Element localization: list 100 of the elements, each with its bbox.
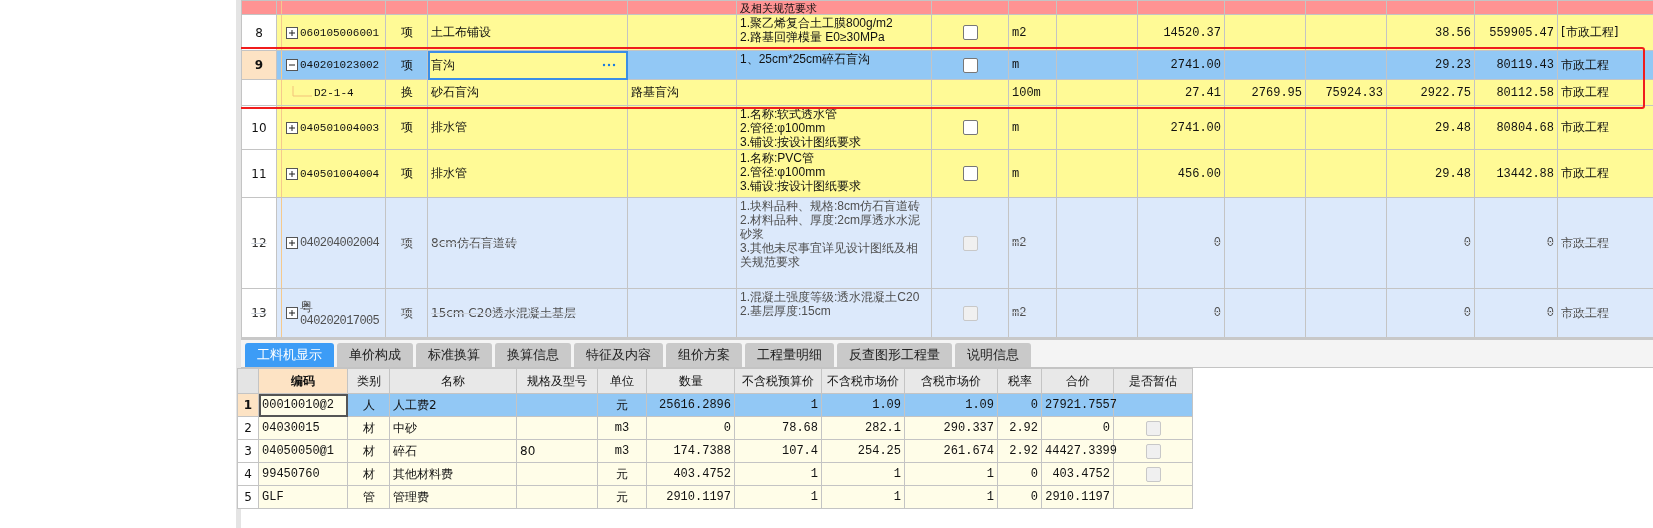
unit: m: [1008, 149, 1057, 198]
item-code: 040202017005: [300, 313, 380, 328]
checkbox[interactable]: [1145, 466, 1161, 482]
feature-line: 1、25cm*25cm碎石盲沟: [740, 52, 872, 66]
column-header[interactable]: 含税市场价: [904, 368, 998, 394]
item-name: 排水管: [427, 105, 628, 150]
row-number: 5: [237, 485, 259, 509]
quantity: 27.41: [1137, 79, 1225, 106]
row-number: 9: [241, 50, 277, 80]
unit-price: 29.48: [1386, 149, 1475, 198]
unit: 100m: [1008, 79, 1057, 106]
tab[interactable]: 组价方案: [666, 343, 742, 367]
row-number: 10: [241, 105, 277, 150]
expand-icon[interactable]: [286, 167, 298, 180]
unit-price: 2922.75: [1386, 79, 1475, 106]
row-number: 3: [237, 439, 259, 463]
unit: m: [1008, 50, 1057, 80]
item-type: 换: [385, 79, 428, 106]
item-code: 040501004003: [300, 120, 380, 135]
quantity: 2741.00: [1137, 50, 1225, 80]
column-header[interactable]: 名称: [389, 368, 517, 394]
feature-line: 3.铺设:按设计图纸要求: [740, 135, 863, 149]
collapse-icon[interactable]: [286, 59, 298, 71]
total-price: 559905.47: [1474, 14, 1558, 51]
total-price: 13442.88: [1474, 149, 1558, 198]
checkbox[interactable]: [962, 25, 978, 40]
material-name: 管理费: [389, 485, 517, 509]
item-code: 060105006001: [300, 25, 380, 40]
feature-line: 3.其他未尽事宜详见设计图纸及相关规范要求: [740, 241, 919, 269]
item-code: 040201023002: [300, 58, 380, 72]
checkbox[interactable]: [962, 120, 978, 135]
item-type: 项: [385, 149, 428, 198]
material-name: 人工费2: [389, 393, 517, 417]
feature-line: 2.材料品种、厚度:2cm厚透水水泥砂浆: [740, 213, 921, 241]
checkbox[interactable]: [1145, 420, 1161, 436]
item-spec: 路基盲沟: [627, 79, 737, 106]
item-type: 项: [385, 50, 428, 80]
table-cell: 75924.33: [1305, 79, 1387, 106]
total-price: 80119.43: [1474, 50, 1558, 80]
unit: m: [1008, 105, 1057, 150]
tab[interactable]: 工程量明细: [745, 343, 834, 367]
quantity: 14520.37: [1137, 14, 1225, 51]
item-type: 项: [385, 14, 428, 51]
material-name: 其他材料费: [389, 462, 517, 486]
material-name: 中砂: [389, 416, 517, 440]
quantity: 456.00: [1137, 149, 1225, 198]
quantity: 2741.00: [1137, 105, 1225, 150]
column-header[interactable]: 数量: [646, 368, 735, 394]
material-name: 碎石: [389, 439, 517, 463]
table-cell: 2769.95: [1224, 79, 1306, 106]
region-mark: 粤: [300, 298, 314, 314]
expand-icon[interactable]: [286, 121, 298, 134]
item-code: 040204002004: [300, 236, 380, 250]
column-header[interactable]: 编码: [258, 368, 348, 394]
feature-line: 3.铺设:按设计图纸要求: [740, 179, 863, 193]
column-header[interactable]: 是否暂估: [1113, 368, 1193, 394]
item-name: 排水管: [427, 149, 628, 198]
feature-line: 1.名称:PVC管: [740, 151, 815, 165]
total-price: 80112.58: [1474, 79, 1558, 106]
item-name: 土工布铺设: [427, 14, 628, 51]
tab[interactable]: 说明信息: [955, 343, 1031, 367]
feature-line: 2.基层厚度:15cm: [740, 304, 832, 318]
column-header[interactable]: 不含税预算价: [734, 368, 822, 394]
column-header[interactable]: 规格及型号: [516, 368, 598, 394]
feature-line: 2.路基回弹模量 E0≥30MPa: [740, 30, 886, 44]
checkbox[interactable]: [1145, 443, 1161, 459]
checkbox[interactable]: [962, 57, 978, 73]
column-header[interactable]: 合价: [1041, 368, 1114, 394]
feature-line: 2.管径:φ100mm: [740, 121, 827, 135]
item-code: 040501004004: [300, 166, 380, 181]
feature-text: 及相关规范要求: [740, 2, 817, 14]
unit-price: 38.56: [1386, 14, 1475, 51]
unit-price: 29.48: [1386, 105, 1475, 150]
checkbox[interactable]: [962, 166, 978, 181]
tab[interactable]: 特征及内容: [574, 343, 663, 367]
total-price: 80804.68: [1474, 105, 1558, 150]
column-header[interactable]: 类别: [347, 368, 390, 394]
name-input[interactable]: 盲沟: [427, 50, 628, 80]
column-header[interactable]: 不含税市场价: [821, 368, 905, 394]
column-header[interactable]: 单位: [597, 368, 647, 394]
row-number: 1: [237, 393, 259, 417]
tab[interactable]: 换算信息: [495, 343, 571, 367]
row-number: 4: [237, 462, 259, 486]
item-name: 砂石盲沟: [427, 79, 628, 106]
item-code: D2-1-4: [314, 85, 354, 100]
feature-line: 2.管径:φ100mm: [740, 165, 827, 179]
tab[interactable]: 标准换算: [416, 343, 492, 367]
feature-line: 1.聚乙烯复合土工膜800g/m2: [740, 16, 894, 30]
column-header[interactable]: 税率: [997, 368, 1042, 394]
tab[interactable]: 单价构成: [337, 343, 413, 367]
row-number: 2: [237, 416, 259, 440]
expand-icon[interactable]: [286, 26, 298, 39]
tree-branch-line: [292, 85, 312, 100]
feature-line: 1.块料品种、规格:8cm仿石盲道砖: [740, 199, 921, 213]
row-number: 11: [241, 149, 277, 198]
item-name: 盲沟: [431, 56, 455, 74]
unit-price: 29.23: [1386, 50, 1475, 80]
more-icon[interactable]: [602, 63, 616, 67]
feature-line: 1.混凝土强度等级:透水混凝土C20: [740, 290, 921, 304]
tab[interactable]: 反查图形工程量: [837, 343, 952, 367]
